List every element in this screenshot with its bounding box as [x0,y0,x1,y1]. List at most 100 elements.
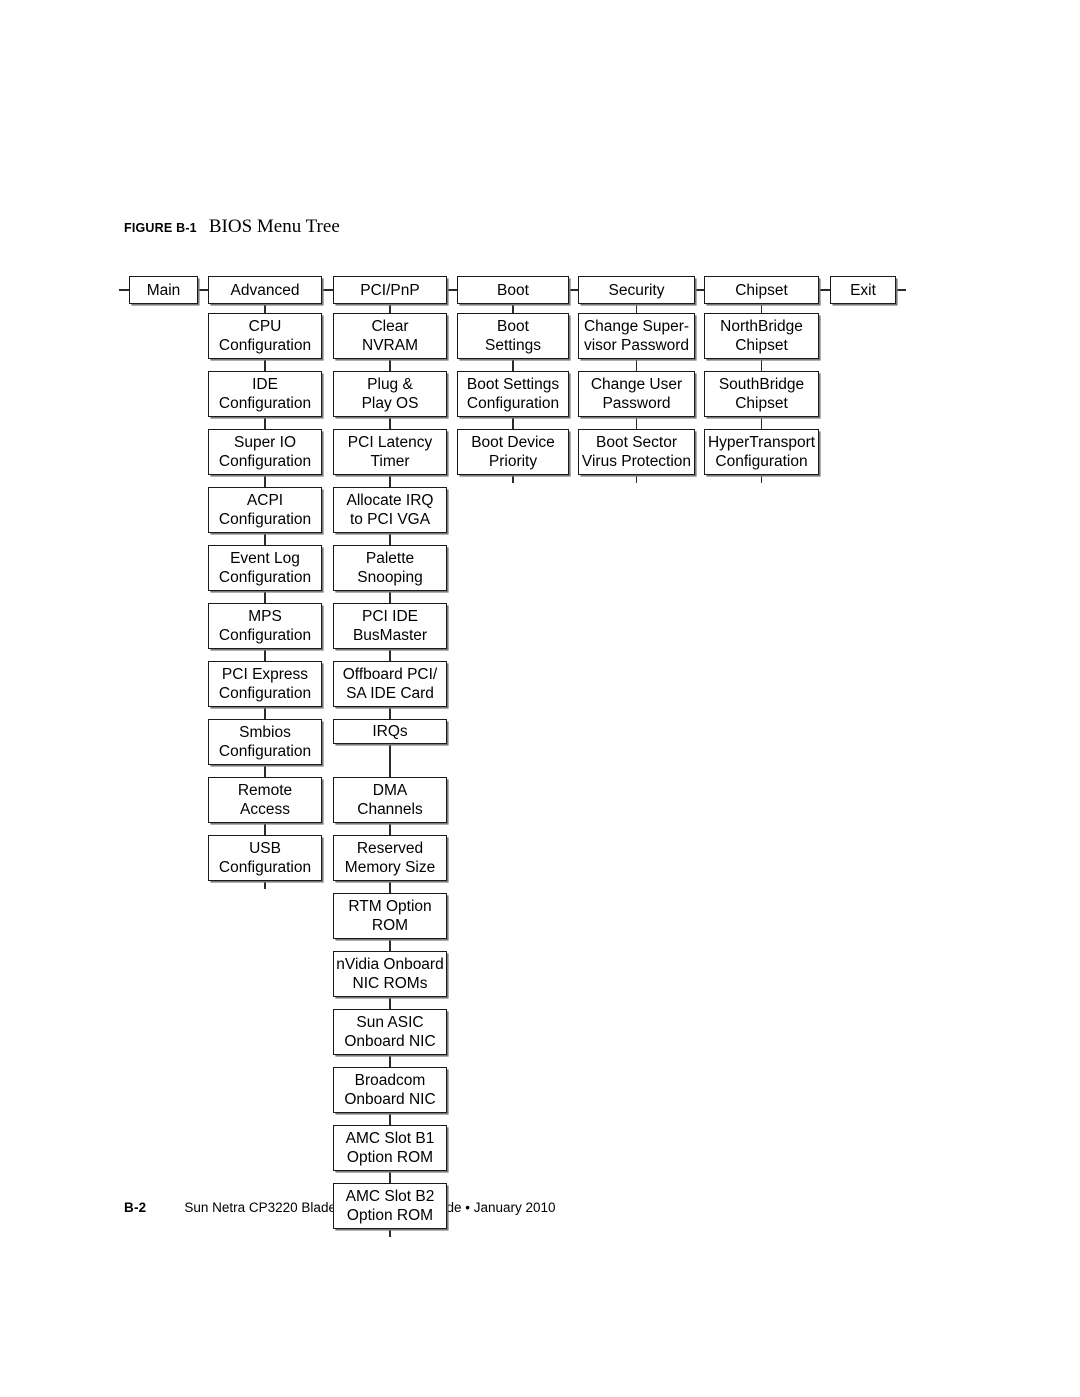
connector-spine [264,707,266,719]
connector-spine [389,881,391,893]
connector-spine [264,533,266,545]
connector-spine [635,359,638,371]
node-text-line: Configuration [218,743,312,760]
node-text-line: USB [249,840,281,857]
node-text-line: Reserved [356,840,424,857]
connector-spine [635,417,638,429]
menu-item-pcipnp-12[interactable]: nVidia Onboard NIC ROMs [333,951,447,997]
connector-spine [264,823,266,835]
menu-item-advanced-8[interactable]: Smbios Configuration [208,719,322,765]
node-text-line: Snooping [357,569,423,586]
menu-item-pcipnp-14[interactable]: Broadcom Onboard NIC [333,1067,447,1113]
menu-item-security-1[interactable]: Change Super-visor Password [578,313,695,359]
connector-spine-end [512,475,514,483]
connector-header-link [695,289,704,291]
connector-spine-end [264,881,266,889]
connector-spine [264,475,266,487]
menu-item-chipset-3[interactable]: HyperTransport Configuration [704,429,819,475]
menu-item-security-2[interactable]: Change User Password [578,371,695,417]
menu-item-pcipnp-8[interactable]: IRQs [333,719,447,744]
node-text-line: SouthBridge [718,376,805,393]
connector-header-link [198,289,208,291]
connector-spine [264,591,266,603]
menu-item-pcipnp-9[interactable]: DMA Channels [333,777,447,823]
connector-left-stub [119,289,129,291]
node-text-line: Broadcom [354,1072,426,1089]
connector-spine [264,765,266,777]
bios-menu-tree-diagram: Main Advanced CPU Configuration IDE Configura… [0,0,1080,1397]
menu-item-pcipnp-2[interactable]: Plug & Play OS [333,371,447,417]
connector-spine-end [635,475,638,483]
footer-page-number: B-2 [124,1200,147,1215]
node-text-line: Configuration [218,627,312,644]
connector-spine [635,304,638,313]
menu-header-main[interactable]: Main [129,276,198,304]
node-text-line: Advanced [230,281,300,299]
menu-item-boot-3[interactable]: Boot Device Priority [457,429,569,475]
menu-item-advanced-1[interactable]: CPU Configuration [208,313,322,359]
node-text-line: RTM Option [348,898,432,915]
node-text-line: to PCI VGA [349,511,431,528]
node-text-line: Boot [497,318,529,335]
menu-item-advanced-7[interactable]: PCI Express Configuration [208,661,322,707]
node-text-line: Boot Device [471,434,555,451]
menu-item-pcipnp-15[interactable]: AMC Slot B1 Option ROM [333,1125,447,1171]
node-text-line: Super IO [233,434,297,451]
connector-spine [512,417,514,429]
node-text-line: Change Super- [583,318,690,335]
menu-item-pcipnp-5[interactable]: Palette Snooping [333,545,447,591]
node-text-line: Security [608,281,665,299]
menu-item-pcipnp-10[interactable]: Reserved Memory Size [333,835,447,881]
menu-header-chipset[interactable]: Chipset [704,276,819,304]
connector-spine [264,417,266,429]
menu-item-pcipnp-16[interactable]: AMC Slot B2 Option ROM [333,1183,447,1229]
node-text-line: Settings [484,337,541,354]
node-text-line: HyperTransport [707,434,816,451]
menu-item-pcipnp-13[interactable]: Sun ASIC Onboard NIC [333,1009,447,1055]
connector-spine-end [760,475,763,483]
menu-item-pcipnp-4[interactable]: Allocate IRQ to PCI VGA [333,487,447,533]
node-text-line: Boot [497,281,529,299]
menu-header-exit[interactable]: Exit [830,276,896,304]
menu-item-pcipnp-1[interactable]: Clear NVRAM [333,313,447,359]
node-text-line: Change User [590,376,683,393]
node-text-line: Option ROM [346,1149,434,1166]
menu-item-advanced-10[interactable]: USB Configuration [208,835,322,881]
menu-item-advanced-2[interactable]: IDE Configuration [208,371,322,417]
node-text-line: Plug & [367,376,413,393]
menu-header-boot[interactable]: Boot [457,276,569,304]
menu-header-advanced[interactable]: Advanced [208,276,322,304]
node-text-line: Configuration [218,511,312,528]
menu-item-pcipnp-3[interactable]: PCI Latency Timer [333,429,447,475]
connector-spine [389,1055,391,1067]
node-text-line: ACPI [246,492,284,509]
node-text-line: Option ROM [346,1207,434,1224]
connector-spine [389,707,391,719]
node-text-line: Clear [371,318,409,335]
menu-item-advanced-6[interactable]: MPS Configuration [208,603,322,649]
menu-item-advanced-9[interactable]: Remote Access [208,777,322,823]
menu-header-security[interactable]: Security [578,276,695,304]
menu-item-pcipnp-6[interactable]: PCI IDE BusMaster [333,603,447,649]
node-text-line: Configuration [218,859,312,876]
node-text-line: NIC ROMs [352,975,428,992]
menu-header-pcipnp[interactable]: PCI/PnP [333,276,447,304]
connector-right-stub [896,289,906,291]
node-text-line: PCI Express [221,666,309,683]
menu-item-security-3[interactable]: Boot Sector Virus Protection [578,429,695,475]
menu-item-advanced-4[interactable]: ACPI Configuration [208,487,322,533]
node-text-line: PCI/PnP [360,281,420,299]
menu-item-chipset-1[interactable]: NorthBridge Chipset [704,313,819,359]
connector-spine [389,649,391,661]
connector-header-link [322,289,333,291]
menu-item-pcipnp-7[interactable]: Offboard PCI/SA IDE Card [333,661,447,707]
menu-item-boot-2[interactable]: Boot Settings Configuration [457,371,569,417]
menu-item-advanced-5[interactable]: Event Log Configuration [208,545,322,591]
connector-spine [264,649,266,661]
node-text-line: Offboard PCI/ [342,666,438,683]
menu-item-boot-1[interactable]: Boot Settings [457,313,569,359]
menu-item-pcipnp-11[interactable]: RTM Option ROM [333,893,447,939]
menu-item-chipset-2[interactable]: SouthBridge Chipset [704,371,819,417]
node-text-line: Configuration [218,453,312,470]
menu-item-advanced-3[interactable]: Super IO Configuration [208,429,322,475]
